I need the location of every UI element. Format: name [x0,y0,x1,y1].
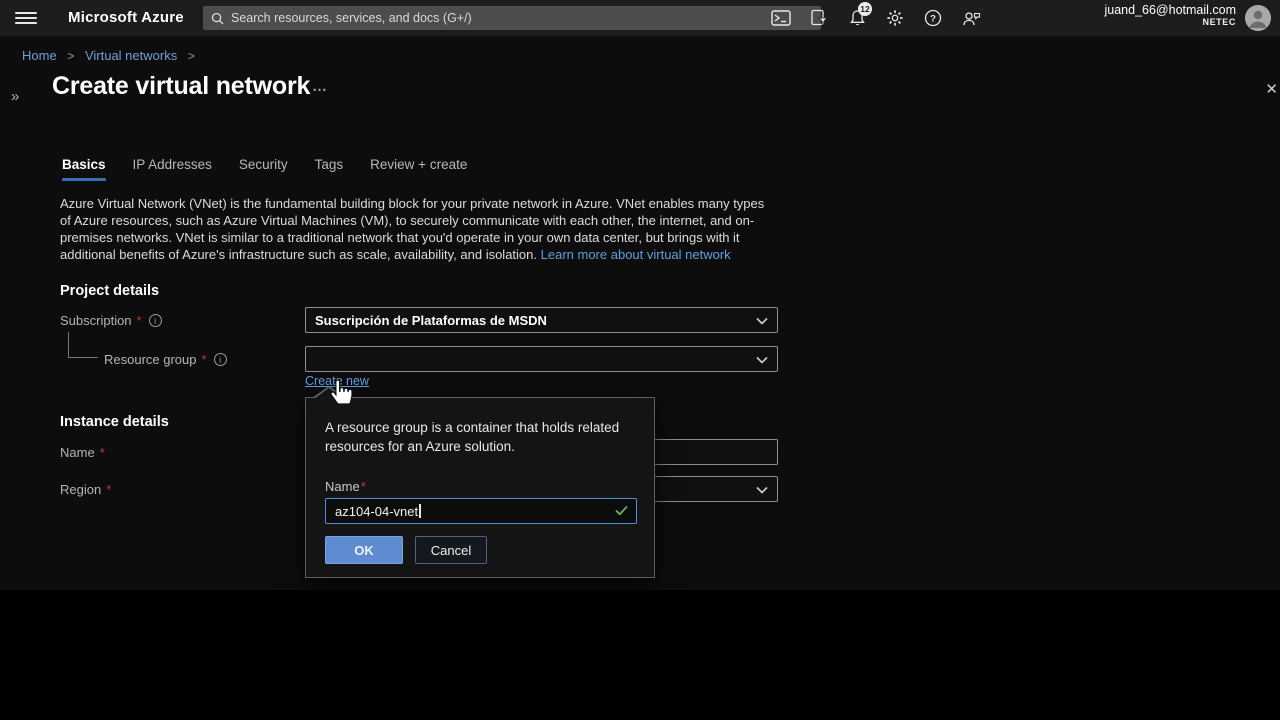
text-caret [419,504,421,518]
user-organization: NETEC [1104,17,1236,27]
help-icon[interactable]: ? [914,0,952,36]
subscription-dropdown[interactable]: Suscripción de Plataformas de MSDN [305,307,778,333]
notification-count-badge: 12 [858,2,872,16]
wizard-tabs: Basics IP Addresses Security Tags Review… [62,157,467,181]
create-resource-group-popup: A resource group is a container that hol… [305,397,655,578]
breadcrumb: Home > Virtual networks > [22,48,202,63]
info-icon[interactable]: i [149,314,162,327]
settings-gear-icon[interactable] [876,0,914,36]
notifications-bell-icon[interactable]: 12 [838,0,876,36]
breadcrumb-virtual-networks-link[interactable]: Virtual networks [85,48,177,63]
required-asterisk: * [137,313,142,328]
valid-checkmark-icon [615,505,628,516]
popup-callout-arrow [312,386,346,398]
tab-ip-addresses[interactable]: IP Addresses [133,157,212,181]
azure-brand-title: Microsoft Azure [68,0,184,36]
directory-filter-icon[interactable] [800,0,838,36]
field-connector-line [68,332,98,358]
chevron-down-icon [756,356,768,364]
tab-tags[interactable]: Tags [315,157,344,181]
project-details-heading: Project details [60,283,159,299]
popup-name-label: Name* [325,479,366,494]
hamburger-menu-icon[interactable] [15,9,37,27]
region-label: Region* [60,482,111,497]
search-icon [211,12,224,25]
close-blade-icon[interactable]: ✕ [1265,80,1278,98]
tab-review-create[interactable]: Review + create [370,157,467,181]
expand-panel-chevrons-icon[interactable]: » [11,88,19,105]
topbar-icon-group: 12 ? [762,0,990,36]
title-context-menu-icon[interactable]: … [312,78,328,95]
info-icon[interactable]: i [214,353,227,366]
top-bar: Microsoft Azure Search resources, servic… [0,0,1280,36]
cancel-button[interactable]: Cancel [415,536,487,564]
required-asterisk: * [106,482,111,497]
subscription-selected-value: Suscripción de Plataformas de MSDN [315,313,547,328]
resource-group-dropdown[interactable] [305,346,778,372]
chevron-down-icon [756,486,768,494]
user-email: juand_66@hotmail.com [1104,3,1236,17]
subscription-label: Subscription*i [60,313,162,328]
resource-group-name-input[interactable]: az104-04-vnet [325,498,637,524]
ok-button[interactable]: OK [325,536,403,564]
resource-group-label: Resource group*i [104,352,227,367]
required-asterisk: * [100,445,105,460]
breadcrumb-separator-icon: > [67,49,74,63]
required-asterisk: * [361,479,366,494]
vnet-description: Azure Virtual Network (VNet) is the fund… [60,195,772,263]
learn-more-link[interactable]: Learn more about virtual network [541,247,731,262]
vnet-name-label: Name* [60,445,105,460]
page-title: Create virtual network [52,72,310,101]
required-asterisk: * [202,352,207,367]
resource-group-name-value: az104-04-vnet [335,504,418,519]
resource-group-popup-description: A resource group is a container that hol… [325,418,637,456]
tab-basics[interactable]: Basics [62,157,106,181]
cloud-shell-icon[interactable] [762,0,800,36]
global-search-input[interactable]: Search resources, services, and docs (G+… [203,6,821,30]
search-placeholder: Search resources, services, and docs (G+… [231,11,472,25]
svg-text:?: ? [930,14,936,25]
feedback-icon[interactable] [952,0,990,36]
chevron-down-icon [756,317,768,325]
create-vnet-blade: Home > Virtual networks > » Create virtu… [0,36,1280,590]
user-account-block[interactable]: juand_66@hotmail.com NETEC [1104,3,1236,28]
tab-security[interactable]: Security [239,157,288,181]
user-avatar[interactable] [1245,5,1271,31]
azure-portal-window: Microsoft Azure Search resources, servic… [0,0,1280,720]
breadcrumb-separator-icon: > [188,49,195,63]
instance-details-heading: Instance details [60,414,169,430]
breadcrumb-home-link[interactable]: Home [22,48,57,63]
